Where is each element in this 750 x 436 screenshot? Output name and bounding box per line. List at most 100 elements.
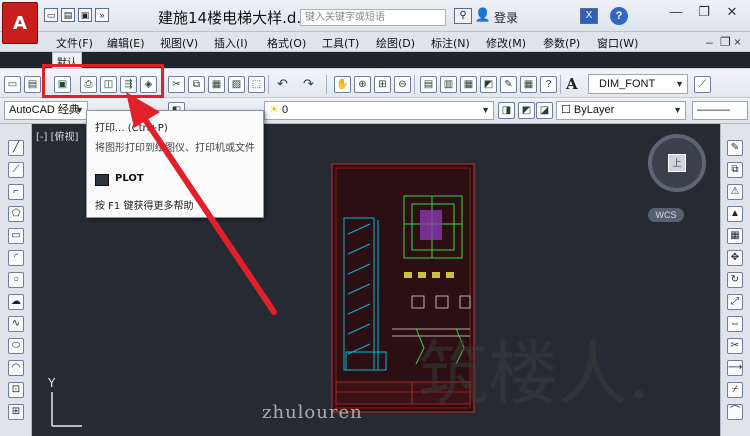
login-link[interactable]: 登录: [494, 9, 518, 26]
qnew-icon[interactable]: ▭: [4, 76, 21, 93]
tooltip-help-hint: 按 F1 键获得更多帮助: [95, 201, 194, 212]
calculator-icon[interactable]: ▦: [520, 76, 537, 93]
trim-icon[interactable]: ✂: [727, 338, 743, 354]
text-style-icon[interactable]: A: [566, 75, 578, 93]
ucs-y-axis: Y: [48, 376, 56, 390]
qat-more-icon[interactable]: »: [95, 8, 109, 22]
menu-draw[interactable]: 绘图(D): [376, 35, 415, 51]
save-icon[interactable]: ▣: [78, 8, 92, 22]
wcs-menu[interactable]: WCS: [648, 208, 684, 222]
properties-icon[interactable]: ▤: [420, 76, 437, 93]
dim-style-icon[interactable]: ⟋: [694, 76, 711, 93]
menu-dimension[interactable]: 标注(N): [431, 35, 470, 51]
tooltip-title: 打印... (Ctrl+P): [95, 123, 168, 134]
linetype-select[interactable]: ———: [692, 101, 748, 120]
cut-icon[interactable]: ✂: [168, 76, 185, 93]
zoom-realtime-icon[interactable]: ⊕: [354, 76, 371, 93]
open-file-icon[interactable]: ▤: [61, 8, 75, 22]
new-file-icon[interactable]: ▭: [44, 8, 58, 22]
construction-line-icon[interactable]: ⟋: [8, 162, 24, 178]
help-icon[interactable]: ?: [610, 7, 628, 25]
separator: [268, 75, 269, 94]
binoculars-icon[interactable]: ⚲: [454, 8, 472, 24]
redo-icon[interactable]: ↷: [300, 76, 317, 93]
paste-icon[interactable]: ▦: [208, 76, 225, 93]
viewcube[interactable]: 上: [648, 134, 706, 192]
ellipse-icon[interactable]: ⬭: [8, 338, 24, 354]
menu-window[interactable]: 窗口(W): [597, 35, 638, 51]
layer-state-icon[interactable]: ◪: [536, 102, 553, 119]
menu-format[interactable]: 格式(O): [267, 35, 306, 51]
app-logo[interactable]: A: [2, 2, 38, 44]
minimize-icon[interactable]: —: [664, 4, 688, 22]
menu-parametric[interactable]: 参数(P): [543, 35, 580, 51]
design-center-icon[interactable]: ▥: [440, 76, 457, 93]
separator: [414, 75, 415, 94]
menu-file[interactable]: 文件(F): [56, 35, 93, 51]
rectangle-icon[interactable]: ▭: [8, 228, 24, 244]
layer-previous-icon[interactable]: ◩: [518, 102, 535, 119]
doc-restore-icon[interactable]: ❐: [720, 35, 731, 49]
open-icon[interactable]: ▤: [24, 76, 41, 93]
scale-icon[interactable]: ⤢: [727, 294, 743, 310]
rotate-icon[interactable]: ↻: [727, 272, 743, 288]
help-icon[interactable]: ?: [540, 76, 557, 93]
quick-access-toolbar: ▭ ▤ ▣ »: [44, 8, 109, 22]
watermark-latin: zhulouren: [262, 402, 363, 423]
make-block-icon[interactable]: ⊞: [8, 404, 24, 420]
text-style-select[interactable]: DIM_FONT ▼: [588, 74, 688, 94]
insert-block-icon[interactable]: ⊡: [8, 382, 24, 398]
make-current-layer-icon[interactable]: ◨: [498, 102, 515, 119]
menu-view[interactable]: 视图(V): [160, 35, 198, 51]
array-icon[interactable]: ▦: [727, 228, 743, 244]
color-select[interactable]: ☐ ByLayer ▼: [556, 101, 686, 120]
exchange-icon[interactable]: X: [580, 8, 598, 24]
highlight-box: [42, 64, 164, 98]
zoom-previous-icon[interactable]: ⊖: [394, 76, 411, 93]
menu-tools[interactable]: 工具(T): [322, 35, 359, 51]
markup-icon[interactable]: ✎: [500, 76, 517, 93]
polygon-icon[interactable]: ⬠: [8, 206, 24, 222]
stretch-icon[interactable]: ⇔: [727, 316, 743, 332]
separator: [560, 75, 561, 94]
modify-toolbar: ✎ ⧉ ⚠ ▲ ▦ ✥ ↻ ⤢ ⇔ ✂ ⟶ ⌿ ⌒: [720, 124, 750, 436]
menu-modify[interactable]: 修改(M): [486, 35, 526, 51]
menu-edit[interactable]: 编辑(E): [107, 35, 145, 51]
sheet-set-icon[interactable]: ◩: [480, 76, 497, 93]
move-icon[interactable]: ✥: [727, 250, 743, 266]
revcloud-icon[interactable]: ☁: [8, 294, 24, 310]
menu-insert[interactable]: 插入(I): [214, 35, 248, 51]
circle-icon[interactable]: ○: [8, 272, 24, 288]
zoom-window-icon[interactable]: ⊞: [374, 76, 391, 93]
mirror-icon[interactable]: ⚠: [727, 184, 743, 200]
pan-icon[interactable]: ✋: [334, 76, 351, 93]
copy-object-icon[interactable]: ⧉: [727, 162, 743, 178]
menu-bar: 文件(F) 编辑(E) 视图(V) 插入(I) 格式(O) 工具(T) 绘图(D…: [0, 32, 750, 52]
spline-icon[interactable]: ∿: [8, 316, 24, 332]
ellipse-arc-icon[interactable]: ◠: [8, 360, 24, 376]
erase-icon[interactable]: ✎: [727, 140, 743, 156]
block-editor-icon[interactable]: ⬚: [248, 76, 265, 93]
arc-icon[interactable]: ◜: [8, 250, 24, 266]
match-properties-icon[interactable]: ▨: [228, 76, 245, 93]
doc-close-icon[interactable]: ×: [734, 35, 741, 49]
restore-icon[interactable]: ❐: [692, 4, 716, 22]
search-input[interactable]: 键入关键字或短语: [300, 9, 446, 26]
layer-select[interactable]: ☀ 0 ▼: [264, 101, 494, 120]
undo-icon[interactable]: ↶: [274, 76, 291, 93]
ucs-icon: [51, 392, 82, 427]
viewcube-top-face[interactable]: 上: [668, 154, 686, 172]
workspace-select[interactable]: AutoCAD 经典 ▼: [4, 101, 88, 120]
tooltip-command: PLOT: [115, 173, 144, 184]
offset-icon[interactable]: ▲: [727, 206, 743, 222]
title-bar: ▭ ▤ ▣ » 建施14楼电梯大样.d... 键入关键字或短语 ⚲ 👤 登录 X…: [0, 0, 750, 32]
doc-minimize-icon[interactable]: –: [706, 35, 713, 49]
line-icon[interactable]: ╱: [8, 140, 24, 156]
close-icon[interactable]: ✕: [720, 4, 744, 22]
fillet-icon[interactable]: ⌒: [727, 404, 743, 420]
polyline-icon[interactable]: ⌐: [8, 184, 24, 200]
tool-palettes-icon[interactable]: ▦: [460, 76, 477, 93]
extend-icon[interactable]: ⟶: [727, 360, 743, 376]
copy-icon[interactable]: ⧉: [188, 76, 205, 93]
break-icon[interactable]: ⌿: [727, 382, 743, 398]
